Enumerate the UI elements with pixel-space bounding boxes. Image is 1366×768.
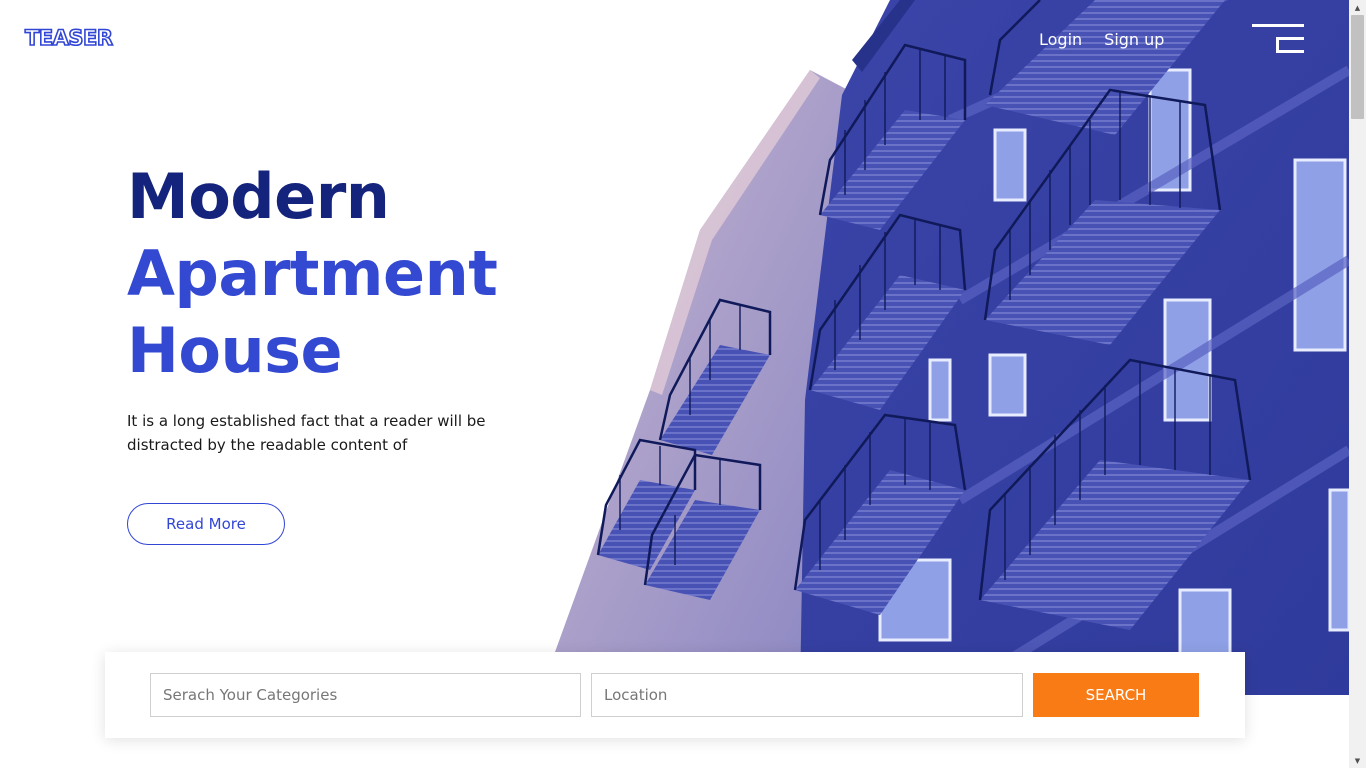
hero-title-line2: Apartment: [127, 237, 498, 310]
signup-link[interactable]: Sign up: [1104, 30, 1164, 50]
menu-bar-bottom: [1276, 50, 1304, 53]
hero-description: It is a long established fact that a rea…: [127, 412, 486, 454]
location-input[interactable]: [591, 673, 1023, 717]
hero-title-line1: Modern: [127, 160, 390, 233]
menu-bar-connector: [1276, 37, 1279, 53]
category-search-input[interactable]: [150, 673, 581, 717]
top-nav: Login Sign up: [1039, 30, 1164, 50]
hero-title: Modern Apartment House: [127, 158, 498, 389]
hamburger-menu-icon[interactable]: [1252, 24, 1304, 54]
search-button[interactable]: SEARCH: [1033, 673, 1199, 717]
hero-title-line3: House: [127, 314, 343, 387]
scrollbar-thumb[interactable]: [1351, 15, 1364, 119]
login-link[interactable]: Login: [1039, 30, 1082, 50]
scroll-down-icon[interactable]: ▼: [1349, 753, 1366, 768]
page-scrollbar[interactable]: ▲ ▼: [1349, 0, 1366, 768]
brand-logo[interactable]: TEASER: [24, 27, 114, 50]
menu-bar-middle: [1276, 37, 1304, 40]
search-panel: SEARCH: [105, 652, 1245, 738]
scroll-up-icon[interactable]: ▲: [1349, 0, 1366, 15]
menu-bar-top: [1252, 24, 1304, 27]
read-more-button[interactable]: Read More: [127, 503, 285, 545]
